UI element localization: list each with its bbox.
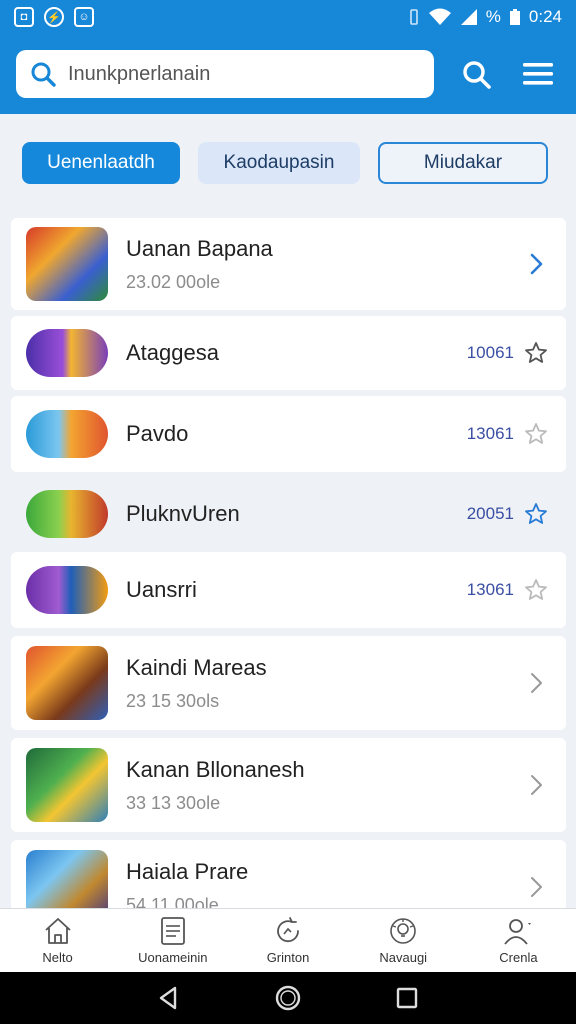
game-thumbnail [26, 748, 108, 822]
notification-flash-icon: ⚡ [44, 7, 64, 27]
home-circle-icon[interactable] [274, 984, 302, 1012]
item-title: Kaindi Mareas [126, 654, 267, 680]
nav-label: Nelto [42, 950, 73, 965]
nav-label: Navaugi [379, 950, 428, 965]
list-item[interactable]: Kanan Bllonanesh 33 13 30ole [11, 738, 566, 832]
document-icon [160, 917, 185, 945]
star-outline-icon[interactable] [524, 341, 548, 365]
notification-android-icon: ☺ [74, 7, 94, 27]
battery-icon [509, 9, 520, 25]
hamburger-menu-icon [523, 63, 553, 85]
item-score: 10061 [466, 343, 514, 362]
chevron-right-icon [531, 877, 542, 897]
item-title: Ataggesa [126, 340, 219, 365]
search-icon [31, 62, 56, 87]
item-title: Pavdo [126, 421, 189, 446]
filter-chip[interactable]: Uenenlaatdh [22, 142, 180, 184]
back-icon[interactable] [155, 984, 183, 1012]
menu-button[interactable] [518, 54, 558, 94]
recents-icon[interactable] [393, 984, 421, 1012]
nav-item-home[interactable]: Nelto [0, 909, 115, 972]
item-title: PluknvUren [126, 501, 240, 526]
bottom-navigation: Nelto Uonameinin Grinton Navaugi Crenla [0, 908, 576, 972]
home-icon [44, 918, 71, 944]
item-title: Haiala Prare [126, 858, 249, 884]
battery-text: % [485, 7, 501, 26]
nav-item-refresh[interactable]: Grinton [230, 909, 345, 972]
search-icon [463, 61, 491, 89]
star-outline-icon[interactable] [524, 422, 548, 446]
profile-icon [504, 919, 532, 945]
star-outline-icon[interactable] [524, 578, 548, 602]
list-item[interactable]: Kaindi Mareas 23 15 30ols [11, 636, 566, 730]
game-thumbnail [26, 329, 108, 377]
app-bar [0, 34, 576, 114]
list-item[interactable]: Uanan Bapana 23.02 00ole [11, 218, 566, 310]
nav-item-profile[interactable]: Crenla [461, 909, 576, 972]
item-title: Kanan Bllonanesh [126, 756, 305, 782]
chevron-right-icon [531, 775, 542, 795]
filter-chip[interactable]: Miudakar [378, 142, 548, 184]
lightbulb-icon [390, 918, 417, 944]
system-navigation-bar [0, 972, 576, 1024]
chevron-right-icon [530, 253, 543, 275]
clock: 0:24 [528, 7, 562, 26]
nav-item-discover[interactable]: Navaugi [346, 909, 461, 972]
nav-item-documents[interactable]: Uonameinin [115, 909, 230, 972]
search-button[interactable] [456, 54, 496, 94]
status-bar: ◘ ⚡ ☺ % 0:24 [0, 0, 576, 34]
item-score: 13061 [466, 424, 514, 443]
game-thumbnail [26, 646, 108, 720]
list-item[interactable]: Uansrri 13061 [11, 552, 566, 628]
item-title: Uanan Bapana [126, 235, 273, 261]
filter-chips: Uenenlaatdh Kaodaupasin Miudakar [0, 114, 576, 212]
item-score: 13061 [466, 580, 514, 599]
item-subtitle: 33 13 30ole [126, 792, 221, 813]
nav-label: Grinton [266, 950, 310, 965]
filter-chip[interactable]: Kaodaupasin [198, 142, 360, 184]
game-thumbnail [26, 490, 108, 538]
signal-icon [460, 9, 477, 25]
item-subtitle: 23 15 30ols [126, 690, 220, 711]
search-input[interactable] [68, 62, 408, 86]
notification-app-icon: ◘ [14, 7, 34, 27]
game-thumbnail [26, 410, 108, 458]
list-item[interactable]: PluknvUren 20051 [11, 476, 566, 552]
search-box[interactable] [16, 50, 434, 98]
game-thumbnail [26, 227, 108, 301]
item-title: Uansrri [126, 577, 197, 602]
list-item[interactable]: Ataggesa 10061 [11, 316, 566, 390]
star-outline-icon[interactable] [524, 502, 548, 526]
wifi-icon [428, 8, 451, 25]
chevron-right-icon [531, 673, 542, 693]
vibrate-icon [409, 9, 418, 25]
item-subtitle: 23.02 00ole [126, 271, 221, 292]
nav-label: Uonameinin [138, 950, 208, 965]
list-item[interactable]: Pavdo 13061 [11, 396, 566, 472]
refresh-icon [277, 917, 299, 943]
nav-label: Crenla [499, 950, 538, 965]
item-score: 20051 [466, 504, 514, 523]
game-thumbnail [26, 566, 108, 614]
